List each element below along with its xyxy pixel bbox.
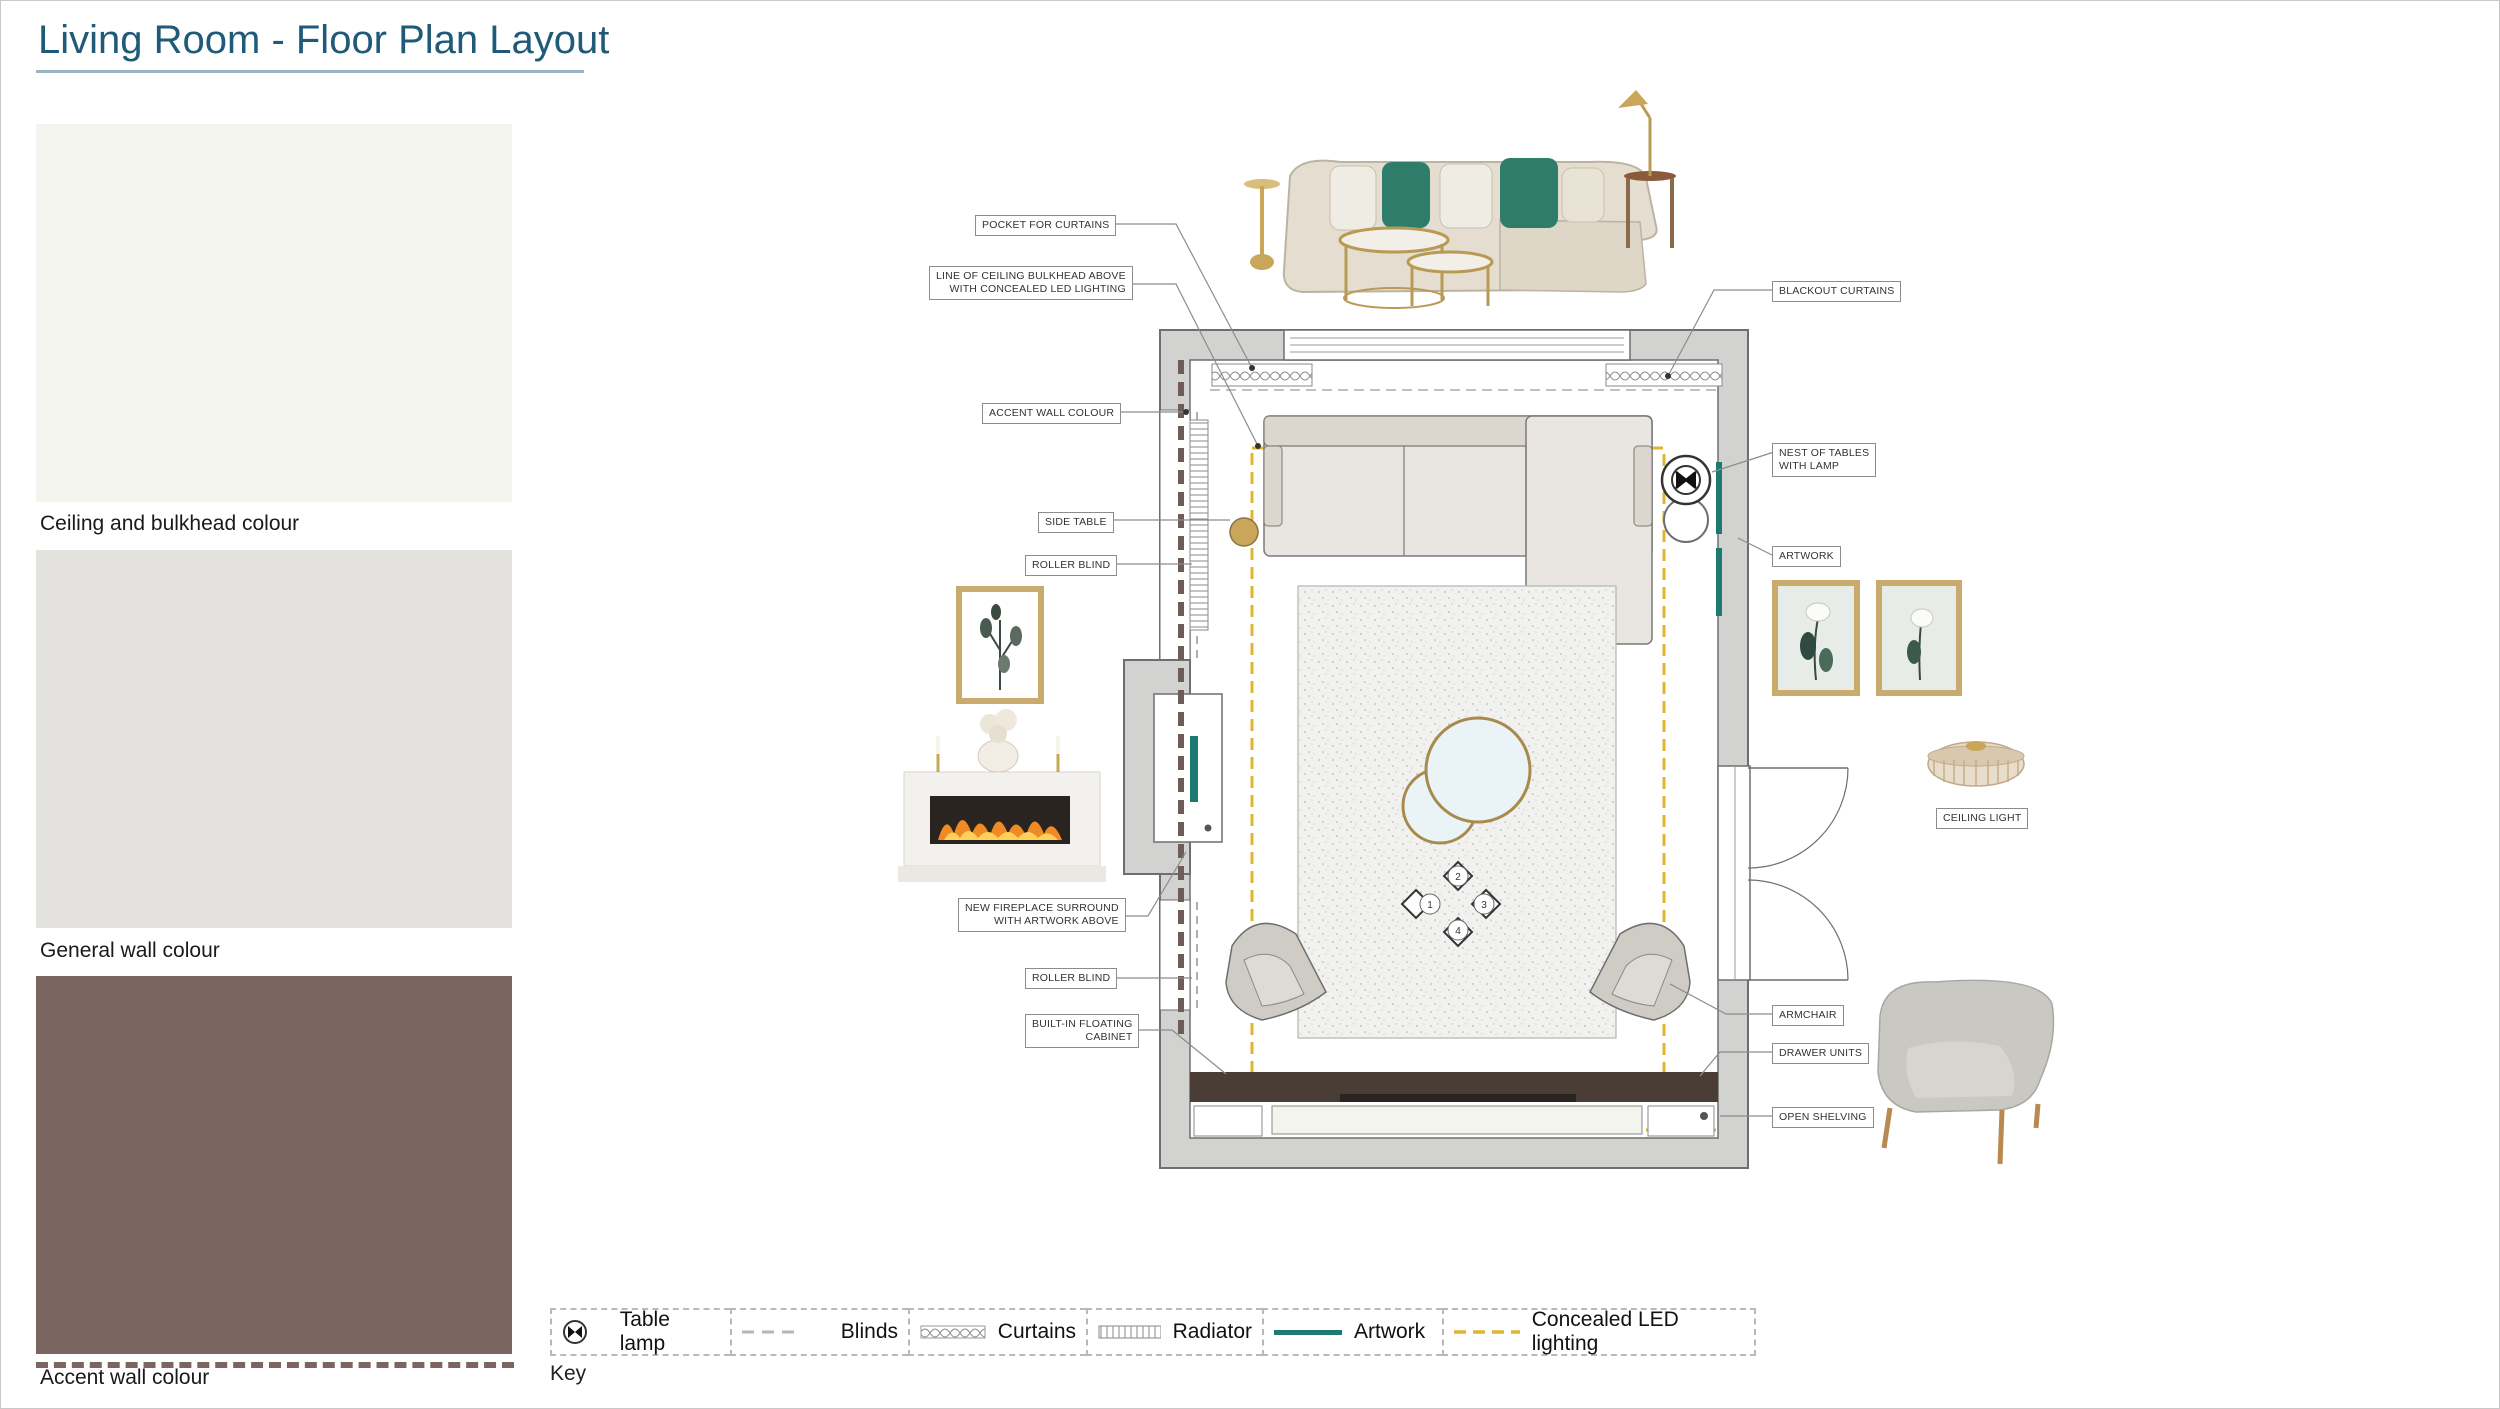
curtains-right — [1605, 363, 1723, 387]
radiator-icon — [1098, 1325, 1161, 1339]
legend-curtains: Curtains — [908, 1308, 1086, 1356]
artwork-image-1 — [1772, 580, 1860, 696]
callout-ceiling-light: CEILING LIGHT — [1936, 808, 2029, 829]
callout-side-table: SIDE TABLE — [1038, 512, 1114, 533]
fireplace-image — [898, 709, 1106, 882]
artwork-strip-1 — [1716, 462, 1722, 534]
radiator-left — [1189, 419, 1209, 631]
legend-radiator: Radiator — [1086, 1308, 1262, 1356]
callout-nest-line2: WITH LAMP — [1779, 460, 1840, 472]
legend-radiator-label: Radiator — [1172, 1320, 1252, 1343]
legend-artwork-label: Artwork — [1354, 1320, 1426, 1343]
doors-right — [1747, 767, 1849, 981]
callout-cabinet-line1: BUILT-IN FLOATING — [1032, 1018, 1133, 1030]
callout-accent-wall-colour: ACCENT WALL COLOUR — [982, 403, 1122, 424]
callout-artwork: ARTWORK — [1772, 546, 1841, 567]
callout-nest-of-tables: NEST OF TABLES WITH LAMP — [1772, 443, 1877, 477]
callout-blackout-curtains: BLACKOUT CURTAINS — [1772, 281, 1902, 302]
legend-key-label: Key — [550, 1362, 587, 1385]
floor-plan-drawing: 1 2 3 4 — [898, 90, 2055, 1169]
legend-led-label: Concealed LED lighting — [1531, 1308, 1679, 1355]
led-line-icon — [1454, 1330, 1520, 1334]
callout-open-shelving: OPEN SHELVING — [1772, 1107, 1874, 1128]
callout-armchair: ARMCHAIR — [1772, 1005, 1844, 1026]
table-lamp-icon — [563, 1320, 587, 1344]
blinds-line-icon — [742, 1330, 801, 1334]
callout-fireplace-line1: NEW FIREPLACE SURROUND — [965, 902, 1119, 914]
legend-table-lamp: Table lamp — [550, 1308, 730, 1356]
callout-ceiling-bulkhead: LINE OF CEILING BULKHEAD ABOVE WITH CONC… — [929, 266, 1133, 300]
legend-table-lamp-label: Table lamp — [619, 1308, 670, 1355]
svg-text:4: 4 — [1455, 926, 1461, 937]
ceiling-light-image — [1927, 741, 2025, 787]
callout-roller-blind-top: ROLLER BLIND — [1025, 555, 1118, 576]
artwork-strip-2 — [1716, 548, 1722, 616]
curtains-icon — [920, 1325, 986, 1339]
side-table-plan — [1229, 517, 1259, 547]
callout-drawer-units: DRAWER UNITS — [1772, 1043, 1870, 1064]
svg-text:3: 3 — [1481, 900, 1487, 911]
artwork-image-2 — [1876, 580, 1962, 696]
callout-bulkhead-line1: LINE OF CEILING BULKHEAD ABOVE — [936, 270, 1126, 282]
callout-fireplace-surround: NEW FIREPLACE SURROUND WITH ARTWORK ABOV… — [958, 898, 1126, 932]
callout-bulkhead-line2: WITH CONCEALED LED LIGHTING — [949, 283, 1126, 295]
sofa-product-image — [1244, 90, 1676, 309]
svg-text:1: 1 — [1427, 900, 1433, 911]
artwork-line-icon — [1274, 1330, 1342, 1335]
svg-text:2: 2 — [1455, 872, 1461, 883]
legend: Table lamp Blinds Curtains Radiator Artw… — [550, 1308, 1756, 1356]
curtains-left — [1211, 363, 1313, 387]
callout-cabinet-line2: CABINET — [1085, 1031, 1133, 1043]
legend-artwork: Artwork — [1262, 1308, 1442, 1356]
fireplace-artwork-image — [956, 586, 1044, 704]
armchair-product-image — [1877, 979, 2055, 1165]
callout-fireplace-line2: WITH ARTWORK ABOVE — [993, 915, 1119, 927]
legend-curtains-label: Curtains — [997, 1320, 1076, 1343]
legend-led: Concealed LED lighting — [1442, 1308, 1756, 1356]
callout-roller-blind-bottom: ROLLER BLIND — [1025, 968, 1118, 989]
callout-pocket-for-curtains: POCKET FOR CURTAINS — [975, 215, 1117, 236]
legend-blinds: Blinds — [730, 1308, 908, 1356]
callout-nest-line1: NEST OF TABLES — [1779, 447, 1870, 459]
legend-blinds-label: Blinds — [840, 1320, 898, 1343]
callout-built-in-cabinet: BUILT-IN FLOATING CABINET — [1025, 1014, 1140, 1048]
